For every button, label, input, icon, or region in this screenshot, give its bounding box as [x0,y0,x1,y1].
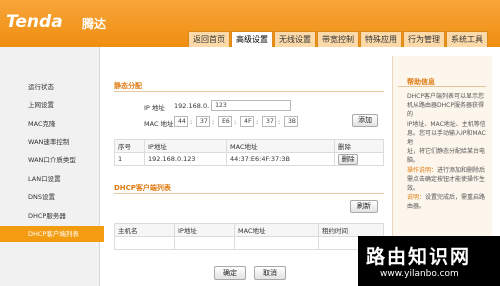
mac-separator: : [256,118,259,126]
mac-octet-1-input[interactable]: 44 [174,116,188,127]
tab-behavior[interactable]: 行为管理 [403,31,445,47]
client-list-title: DHCP客户端列表 [114,184,171,192]
static-alloc-title: 静态分配 [114,82,142,90]
row-ip: 192.168.0.123 [144,152,227,166]
watermark-url: www.yilanbo.com [380,269,459,279]
watermark: 路由知识网 www.yilanbo.com [358,236,500,286]
client-table: 主机名 IP地址 MAC地址 租约时间 [114,223,384,250]
col-index: 序号 [114,139,145,153]
tab-bandwidth[interactable]: 带宽控制 [317,31,359,47]
section-divider [114,91,384,92]
mac-octet-4-input[interactable]: 4F [240,116,254,127]
empty-cell [234,236,319,250]
tab-advanced[interactable]: 高级设置 [231,31,273,47]
col-delete: 删除 [334,139,384,153]
help-note-label: 说明： [407,194,426,202]
help-line-3: IP地址、MAC地址、主机等信 [407,120,486,128]
add-button[interactable]: 添加 [352,114,378,127]
mac-separator: : [234,118,237,126]
sidebar-item-dhcp-server[interactable]: DHCP服务器 [0,208,100,224]
mac-label: MAC 地址 [144,120,174,128]
sidebar: 运行状态 上网设置 MAC克隆 WAN速率控制 WAN口介质类型 LAN口设置 … [0,47,104,286]
top-nav: 返回首页 高级设置 无线设置 带宽控制 特殊应用 行为管理 系统工具 [188,31,489,47]
row-index: 1 [114,152,145,166]
help-line-1: DHCP客户端列表可以显示您 [407,93,484,100]
sidebar-item-wan-rate[interactable]: WAN速率控制 [0,134,100,150]
col-hostname: 主机名 [114,223,175,237]
help-line-4: 息。您可以手动输入IP和MAC地 [407,129,486,147]
help-op-label: 操作说明： [407,166,438,174]
refresh-button[interactable]: 刷新 [350,200,378,213]
help-op-note: 操作说明：进行添加和删除后需点击确定按钮才能使操作生效。 [407,166,487,194]
help-line-2: 机从路由器DHCP服务器获得的 [407,102,484,119]
col-client-mac: MAC地址 [234,223,319,237]
header-bar: Tenda 腾达 返回首页 高级设置 无线设置 带宽控制 特殊应用 行为管理 系… [0,0,500,47]
row-mac: 44:37:E6:4F:37:3B [226,152,335,166]
mac-separator: : [190,118,193,126]
ip-prefix: 192.168.0. [174,102,210,110]
sidebar-item-wan-media[interactable]: WAN口介质类型 [0,152,100,168]
tab-special-apps[interactable]: 特殊应用 [360,31,402,47]
mac-octet-2-input[interactable]: 37 [196,116,210,127]
main-content: 静态分配 IP 地址 192.168.0. 123 MAC 地址 44 : 37… [106,47,386,286]
tenda-logo-cn: 腾达 [82,17,107,31]
table-header-row: 主机名 IP地址 MAC地址 租约时间 [114,223,384,237]
ip-last-octet-input[interactable]: 123 [211,100,291,111]
mac-octet-6-input[interactable]: 3B [284,116,298,127]
watermark-title: 路由知识网 [366,246,472,268]
table-row: 1 192.168.0.123 44:37:E6:4F:37:3B 删除 [114,152,384,166]
sidebar-item-internet[interactable]: 上网设置 [0,97,100,113]
delete-button[interactable]: 删除 [338,153,358,165]
sidebar-item-mac-clone[interactable]: MAC克隆 [0,116,100,132]
cancel-button[interactable]: 取消 [254,266,286,280]
sidebar-item-status[interactable]: 运行状态 [0,79,100,95]
col-lease: 租约时间 [318,223,384,237]
mac-separator: : [212,118,215,126]
row-delete-cell: 删除 [334,152,384,166]
table-row [114,236,384,250]
col-mac: MAC地址 [226,139,335,153]
ip-label: IP 地址 [144,104,165,112]
tab-system-tools[interactable]: 系统工具 [446,31,488,47]
empty-cell [114,236,175,250]
mac-octet-5-input[interactable]: 37 [262,116,276,127]
col-ip: IP地址 [144,139,227,153]
tab-wireless[interactable]: 无线设置 [274,31,316,47]
help-note: 说明：设置完成后，需重启路由器。 [407,193,487,211]
tenda-logo: Tenda [6,12,63,32]
ok-button[interactable]: 确定 [214,266,246,280]
sidebar-item-dns[interactable]: DNS设置 [0,189,100,205]
table-header-row: 序号 IP地址 MAC地址 删除 [114,139,384,153]
router-admin-page: Tenda 腾达 返回首页 高级设置 无线设置 带宽控制 特殊应用 行为管理 系… [0,0,500,286]
help-text: DHCP客户端列表可以显示您 机从路由器DHCP服务器获得的 IP地址、MAC地… [407,92,487,212]
static-table: 序号 IP地址 MAC地址 删除 1 192.168.0.123 44:37:E… [114,139,384,166]
tab-home[interactable]: 返回首页 [188,31,230,47]
mac-separator: : [278,118,281,126]
sidebar-item-lan[interactable]: LAN口设置 [0,171,100,187]
mac-octet-3-input[interactable]: E6 [218,116,232,127]
section-divider [114,193,384,194]
empty-cell [174,236,235,250]
col-client-ip: IP地址 [174,223,235,237]
help-line-5: 址，将它们静态分配给某台电脑。 [407,148,486,165]
help-divider [398,86,486,87]
sidebar-item-dhcp-clients[interactable]: DHCP客户端列表 [0,226,104,242]
